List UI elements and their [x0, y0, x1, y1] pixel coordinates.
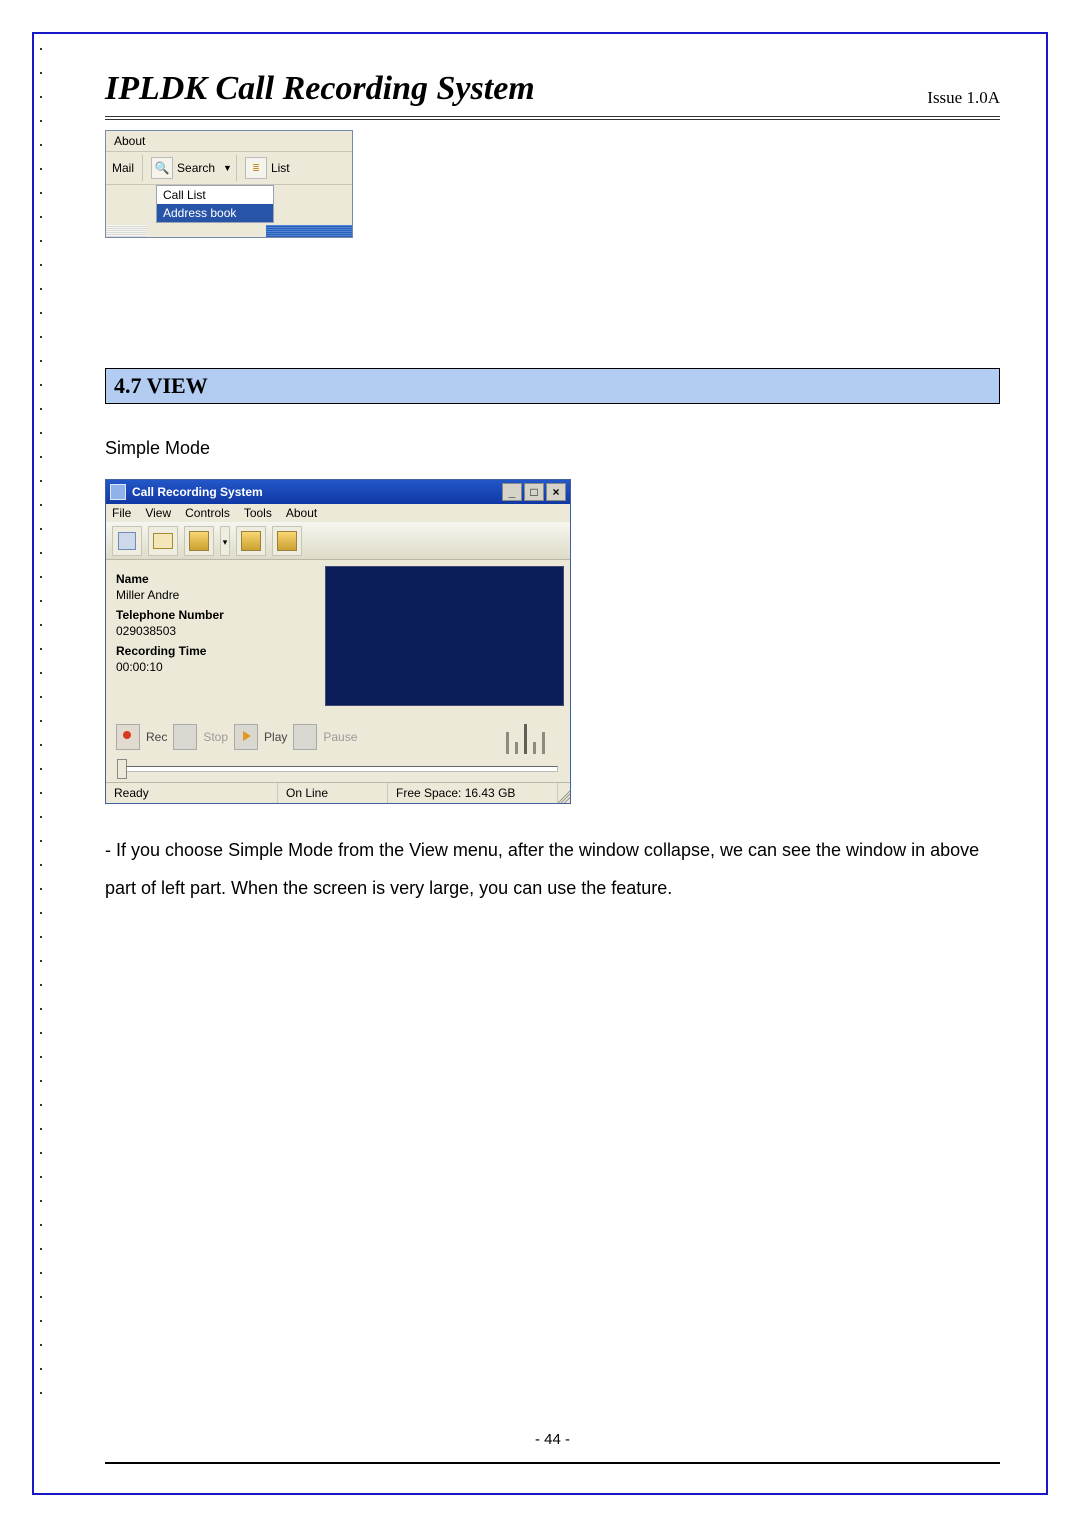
toolbar-search[interactable]: 🔍 Search	[145, 152, 221, 184]
minimize-button[interactable]: _	[502, 483, 522, 501]
close-button[interactable]: ×	[546, 483, 566, 501]
info-panel: Name Miller Andre Telephone Number 02903…	[112, 566, 317, 706]
play-label: Play	[264, 730, 287, 744]
dropdown-item-addressbook[interactable]: Address book	[157, 204, 273, 222]
telephone-label: Telephone Number	[116, 608, 313, 622]
document-title: IPLDK Call Recording System	[105, 70, 535, 108]
status-online: On Line	[278, 783, 388, 803]
pause-label: Pause	[323, 730, 357, 744]
stop-label: Stop	[203, 730, 228, 744]
rec-button[interactable]: Rec	[116, 724, 167, 750]
play-button[interactable]: Play	[234, 724, 287, 750]
volume-indicator[interactable]	[490, 720, 560, 754]
toolbar-list-icon[interactable]	[236, 526, 266, 556]
playback-controls: Rec Stop Play Pause	[106, 712, 570, 762]
seek-slider[interactable]	[118, 766, 558, 772]
header-rule	[105, 116, 1000, 120]
seek-thumb[interactable]	[117, 759, 127, 779]
maximize-button[interactable]: □	[524, 483, 544, 501]
stop-icon	[173, 724, 197, 750]
window-title: Call Recording System	[132, 485, 500, 499]
menu-file[interactable]: File	[112, 506, 131, 520]
pause-button[interactable]: Pause	[293, 724, 357, 750]
waveform-display	[325, 566, 564, 706]
toolbar-list[interactable]: ≣ List	[239, 152, 296, 184]
menubar: File View Controls Tools About	[106, 504, 570, 522]
screenshot-search-dropdown: About Mail 🔍 Search ▼ ≣ List Call List A…	[105, 130, 353, 238]
menu-tools[interactable]: Tools	[244, 506, 272, 520]
status-bar: Ready On Line Free Space: 16.43 GB	[106, 782, 570, 803]
dropdown-arrow-icon[interactable]: ▼	[223, 163, 232, 173]
screenshot-simple-mode-window: Call Recording System _ □ × File View Co…	[105, 479, 571, 804]
section-subtext: Simple Mode	[105, 438, 1000, 459]
toolbar: ▾	[106, 522, 570, 560]
menu-about[interactable]: About	[106, 131, 352, 151]
page-number: - 44 -	[105, 1431, 1000, 1448]
window-titlebar: Call Recording System _ □ ×	[106, 480, 570, 504]
pause-icon	[293, 724, 317, 750]
rec-icon	[116, 724, 140, 750]
rec-label: Rec	[146, 730, 167, 744]
margin-dots	[40, 48, 42, 1479]
app-icon	[110, 484, 126, 500]
page-content: IPLDK Call Recording System Issue 1.0A A…	[105, 70, 1000, 1482]
recording-time-value: 00:00:10	[116, 660, 313, 674]
menu-controls[interactable]: Controls	[185, 506, 230, 520]
name-label: Name	[116, 572, 313, 586]
search-icon: 🔍	[151, 157, 173, 179]
menu-view[interactable]: View	[145, 506, 171, 520]
recording-time-label: Recording Time	[116, 644, 313, 658]
resize-grip[interactable]	[558, 783, 570, 803]
footer-rule	[105, 1462, 1000, 1464]
search-dropdown[interactable]: Call List Address book	[156, 185, 274, 223]
toolbar-mail-fragment: Mail	[106, 152, 140, 184]
body-paragraph: - If you choose Simple Mode from the Vie…	[105, 832, 1000, 908]
name-value: Miller Andre	[116, 588, 313, 602]
list-icon: ≣	[245, 157, 267, 179]
menu-about[interactable]: About	[286, 506, 317, 520]
issue-label: Issue 1.0A	[927, 88, 1000, 108]
status-ready: Ready	[106, 783, 278, 803]
toolbar-mail-icon[interactable]	[148, 526, 178, 556]
toolbar-search-icon[interactable]	[184, 526, 214, 556]
toolbar-zoom-icon[interactable]	[272, 526, 302, 556]
toolbar-addressbook-icon[interactable]	[112, 526, 142, 556]
section-heading: 4.7 VIEW	[105, 368, 1000, 404]
play-icon	[234, 724, 258, 750]
dropdown-item-calllist[interactable]: Call List	[157, 186, 273, 204]
stop-button[interactable]: Stop	[173, 724, 228, 750]
status-freespace: Free Space: 16.43 GB	[388, 783, 558, 803]
telephone-value: 029038503	[116, 624, 313, 638]
search-label: Search	[177, 161, 215, 175]
list-label: List	[271, 161, 290, 175]
toolbar-dropdown-arrow[interactable]: ▾	[220, 526, 230, 556]
